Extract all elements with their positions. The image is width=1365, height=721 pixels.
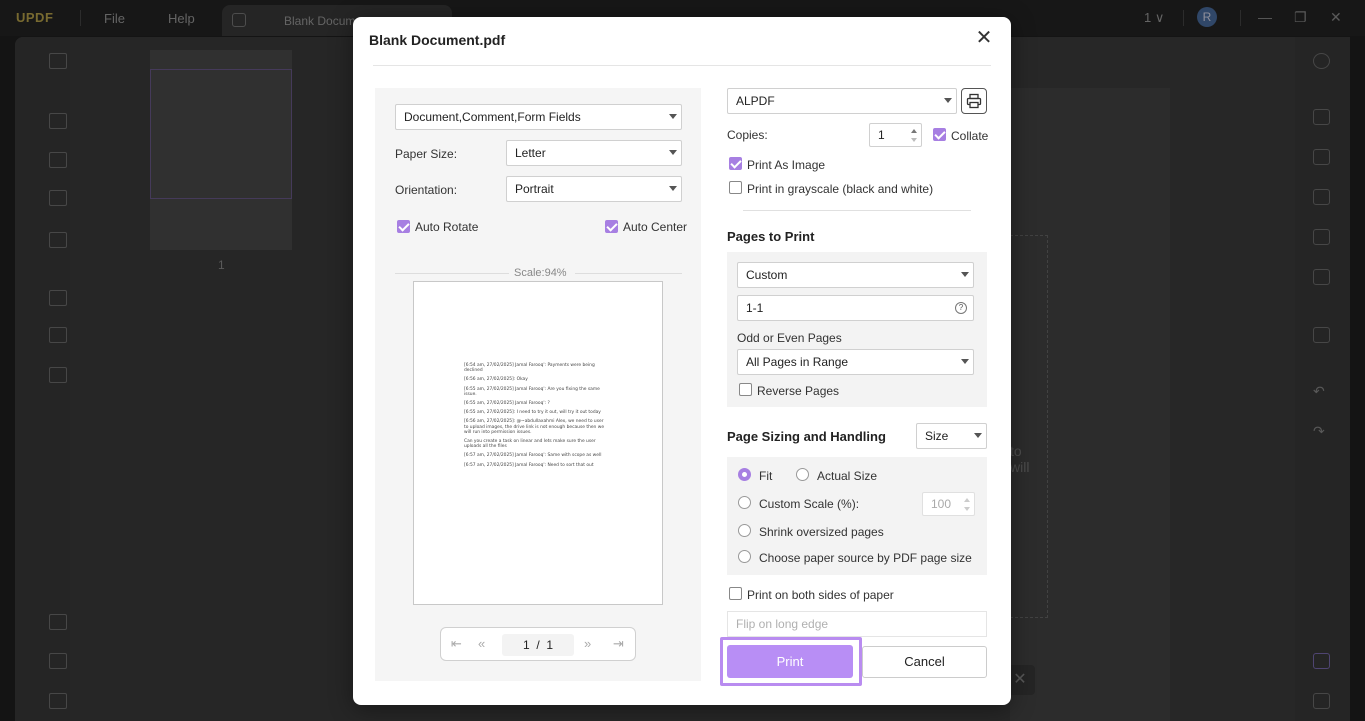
orientation-value: Portrait	[515, 182, 554, 196]
copies-value: 1	[878, 128, 885, 142]
chevron-down-icon	[944, 98, 952, 103]
print-button[interactable]: Print	[727, 645, 853, 678]
auto-rotate-label: Auto Rotate	[415, 220, 479, 234]
printer-icon	[966, 93, 982, 109]
actual-size-label: Actual Size	[817, 469, 878, 483]
chevron-down-icon	[961, 272, 969, 277]
paper-source-radio[interactable]	[738, 550, 751, 563]
odd-even-value: All Pages in Range	[746, 355, 849, 369]
help-icon[interactable]: ?	[955, 302, 967, 314]
next-page-icon[interactable]: »	[584, 636, 591, 651]
actual-size-radio[interactable]	[796, 468, 809, 481]
flip-edge-value: Flip on long edge	[736, 617, 829, 631]
scale-label: Scale:94%	[514, 267, 567, 279]
odd-even-select[interactable]: All Pages in Range	[737, 349, 974, 375]
page-range-input[interactable]: 1-1 ?	[737, 295, 974, 321]
preview-line: [6:55 am, 27/02/2025] Jamal Farooq': Are…	[464, 386, 600, 397]
preview-line: Can you create a task on linear and lets…	[464, 439, 596, 450]
grayscale-checkbox[interactable]	[729, 181, 742, 194]
dialog-close-icon[interactable]: ✕	[973, 27, 995, 49]
shrink-radio[interactable]	[738, 524, 751, 537]
preview-line: [6:56 am, 27/02/2025]: Okay	[464, 377, 528, 383]
first-page-icon[interactable]: ⇤	[451, 636, 462, 652]
current-page: 1	[522, 638, 530, 652]
pages-to-print-title: Pages to Print	[727, 229, 815, 244]
auto-center-label: Auto Center	[623, 220, 688, 234]
preview-text: [6:54 am, 27/02/2025] Jamal Farooq': Pay…	[464, 363, 609, 472]
flip-edge-select[interactable]: Flip on long edge	[727, 611, 987, 637]
auto-center-checkbox[interactable]	[605, 220, 618, 233]
odd-even-label: Odd or Even Pages	[737, 331, 842, 345]
page-range-value: 1-1	[746, 301, 764, 315]
last-page-icon[interactable]: ⇥	[613, 636, 624, 652]
printer-select[interactable]: ALPDF	[727, 88, 957, 114]
paper-size-label: Paper Size:	[395, 147, 458, 161]
orientation-label: Orientation:	[395, 183, 458, 197]
page-separator: /	[536, 638, 540, 652]
copies-stepper[interactable]: 1	[869, 123, 922, 147]
both-sides-checkbox[interactable]	[729, 587, 742, 600]
divider	[575, 273, 682, 274]
page-number-box[interactable]: 1 / 1	[502, 634, 574, 656]
chevron-down-icon	[669, 186, 677, 191]
decrement-icon[interactable]	[911, 138, 917, 142]
auto-rotate-checkbox[interactable]	[397, 220, 410, 233]
fit-radio[interactable]	[738, 468, 751, 481]
prev-page-icon[interactable]: «	[478, 636, 485, 651]
custom-scale-label: Custom Scale (%):	[759, 497, 860, 511]
both-sides-label: Print on both sides of paper	[747, 588, 894, 602]
preview-line: [6:57 am, 27/02/2025] Jamal Farooq': Sam…	[464, 453, 602, 459]
decrement-icon[interactable]	[964, 507, 970, 511]
custom-scale-value: 100	[931, 497, 952, 511]
sizing-title: Page Sizing and Handling	[727, 429, 886, 444]
reverse-pages-label: Reverse Pages	[757, 384, 840, 398]
sizing-mode-value: Size	[925, 429, 949, 443]
grayscale-label: Print in grayscale (black and white)	[747, 182, 934, 196]
collate-label: Collate	[951, 129, 989, 143]
print-as-image-label: Print As Image	[747, 158, 826, 172]
chevron-down-icon	[961, 359, 969, 364]
page-preview: [6:54 am, 27/02/2025] Jamal Farooq': Pay…	[413, 281, 663, 605]
pages-mode-select[interactable]: Custom	[737, 262, 974, 288]
copies-label: Copies:	[727, 128, 768, 142]
paper-size-select[interactable]: Letter	[506, 140, 682, 166]
preview-line: [6:54 am, 27/02/2025] Jamal Farooq': Pay…	[464, 363, 595, 374]
divider	[743, 210, 971, 211]
custom-scale-input[interactable]: 100	[922, 492, 975, 516]
content-select-value: Document,Comment,Form Fields	[404, 110, 581, 124]
sizing-mode-select[interactable]: Size	[916, 423, 987, 449]
print-dialog: Blank Document.pdf ✕ Document,Comment,Fo…	[353, 17, 1011, 705]
pages-mode-value: Custom	[746, 268, 788, 282]
shrink-label: Shrink oversized pages	[759, 525, 884, 539]
fit-label: Fit	[759, 469, 773, 483]
increment-icon[interactable]	[964, 498, 970, 502]
content-select[interactable]: Document,Comment,Form Fields	[395, 104, 682, 130]
collate-checkbox[interactable]	[933, 128, 946, 141]
divider	[395, 273, 509, 274]
chevron-down-icon	[669, 114, 677, 119]
paper-size-value: Letter	[515, 146, 546, 160]
increment-icon[interactable]	[911, 129, 917, 133]
preview-line: [6:56 am, 27/02/2025]: @~abdullaxahmi Al…	[464, 419, 605, 435]
chevron-down-icon	[974, 433, 982, 438]
preview-line: [6:55 am, 27/02/2025] Jamal Farooq': ?	[464, 401, 550, 407]
dialog-title: Blank Document.pdf	[369, 32, 506, 48]
printer-properties-button[interactable]	[961, 88, 987, 114]
total-pages: 1	[546, 638, 554, 652]
preview-line: [6:55 am, 27/02/2025]: I need to try it …	[464, 410, 601, 416]
preview-line: [6:57 am, 27/02/2025] Jamal Farooq': Nee…	[464, 462, 594, 468]
reverse-pages-checkbox[interactable]	[739, 383, 752, 396]
cancel-button[interactable]: Cancel	[862, 646, 987, 678]
chevron-down-icon	[669, 150, 677, 155]
divider	[373, 65, 991, 66]
orientation-select[interactable]: Portrait	[506, 176, 682, 202]
print-as-image-checkbox[interactable]	[729, 157, 742, 170]
page-navigator: ⇤ « 1 / 1 » ⇥	[440, 627, 636, 661]
paper-source-label: Choose paper source by PDF page size	[759, 551, 972, 565]
custom-scale-radio[interactable]	[738, 496, 751, 509]
printer-value: ALPDF	[736, 94, 775, 108]
